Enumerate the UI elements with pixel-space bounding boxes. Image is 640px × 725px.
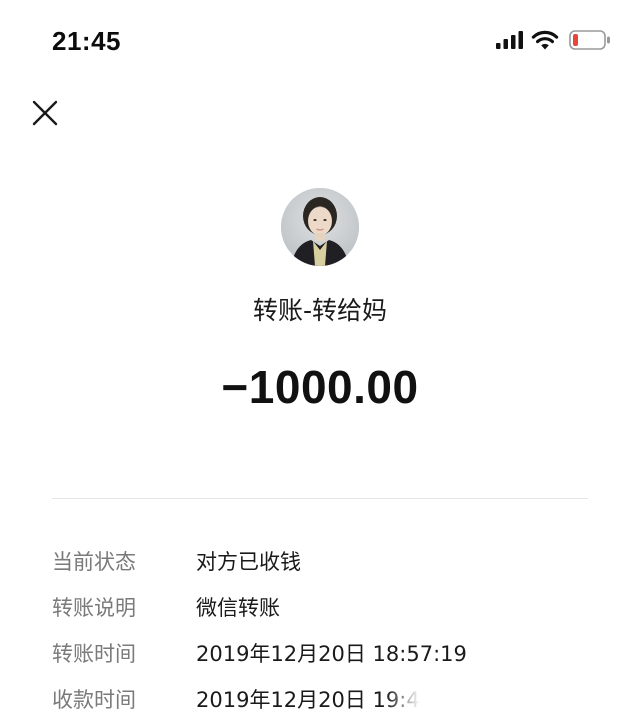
transfer-title: 转账-转给妈 <box>252 296 388 325</box>
detail-value: 对方已收钱 <box>196 550 301 574</box>
detail-row-transfer-time: 转账时间 2019年12月20日 18:57:19 <box>52 630 612 676</box>
signal-icon <box>496 31 523 49</box>
detail-value: 2019年12月20日 19:4 <box>196 688 420 712</box>
detail-row-receive-time: 收款时间 2019年12月20日 19:4 <box>52 676 612 722</box>
status-time: 21:45 <box>52 26 121 56</box>
detail-label: 收款时间 <box>52 688 136 712</box>
detail-label: 转账时间 <box>52 642 136 666</box>
avatar <box>281 188 359 266</box>
detail-row-description: 转账说明 微信转账 <box>52 584 612 630</box>
divider <box>52 498 588 499</box>
transfer-amount: −1000.00 <box>221 361 419 413</box>
status-bar: 21:45 <box>0 0 640 80</box>
detail-list: 当前状态 对方已收钱 转账说明 微信转账 转账时间 2019年12月20日 18… <box>52 538 612 722</box>
avatar-image <box>281 188 359 266</box>
close-icon[interactable] <box>30 98 60 128</box>
battery-low-icon <box>569 30 610 50</box>
detail-label: 当前状态 <box>52 550 136 574</box>
detail-row-status: 当前状态 对方已收钱 <box>52 538 612 584</box>
detail-label: 转账说明 <box>52 596 136 620</box>
detail-value: 2019年12月20日 18:57:19 <box>196 642 467 666</box>
detail-value: 微信转账 <box>196 596 280 620</box>
wifi-icon <box>531 30 559 50</box>
